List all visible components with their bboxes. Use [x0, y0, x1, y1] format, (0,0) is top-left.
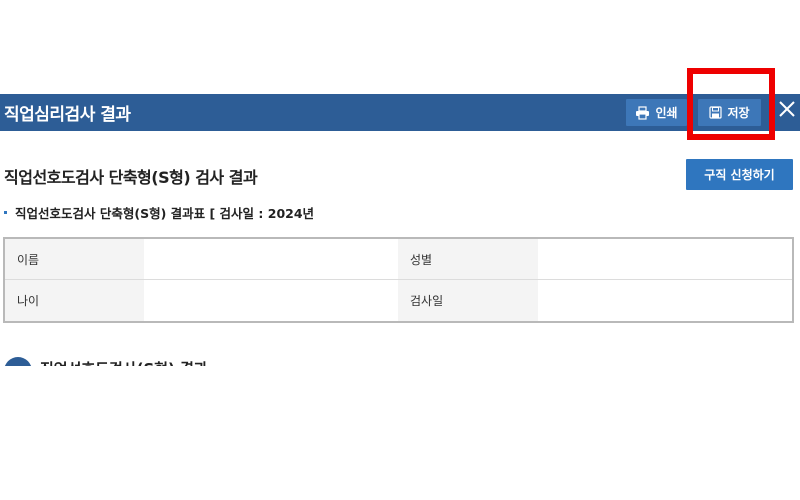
name-label: 이름 — [5, 239, 144, 280]
close-icon — [778, 100, 796, 122]
apply-job-button[interactable]: 구직 신청하기 — [686, 159, 793, 190]
save-button[interactable]: 저장 — [698, 99, 761, 126]
result-subtitle: 직업선호도검사 단축형(S형) 결과표 [ 검사일 : 2024년 — [4, 203, 314, 222]
test-date-label: 검사일 — [398, 280, 538, 321]
floppy-disk-icon — [709, 106, 723, 119]
result-title: 직업선호도검사 단축형(S형) 검사 결과 — [4, 168, 258, 187]
next-section-title: 직업선호도검사(S형) 결과 — [40, 358, 208, 366]
print-button[interactable]: 인쇄 — [626, 99, 687, 126]
name-value — [144, 239, 398, 280]
age-value — [144, 280, 398, 321]
info-table: 이름 성별 나이 검사일 — [3, 237, 794, 323]
bullet-icon — [4, 211, 7, 214]
window-title: 직업심리검사 결과 — [4, 105, 131, 125]
print-label: 인쇄 — [655, 106, 678, 120]
close-button[interactable] — [775, 96, 799, 126]
title-bar: 직업심리검사 결과 인쇄 저장 — [0, 94, 800, 131]
save-label: 저장 — [727, 106, 750, 120]
page: 직업심리검사 결과 인쇄 저장 직업선호도검사 단축형(S형) 검사 결과 구직… — [0, 0, 800, 500]
result-subtitle-text: 직업선호도검사 단축형(S형) 결과표 [ 검사일 : 2024년 — [15, 206, 315, 221]
next-section-header: 직업선호도검사(S형) 결과 — [0, 354, 800, 366]
age-label: 나이 — [5, 280, 144, 321]
gender-value — [538, 239, 792, 280]
printer-icon — [635, 105, 650, 120]
gender-label: 성별 — [398, 239, 538, 280]
test-date-value — [538, 280, 792, 321]
section-circle-icon — [4, 357, 32, 366]
